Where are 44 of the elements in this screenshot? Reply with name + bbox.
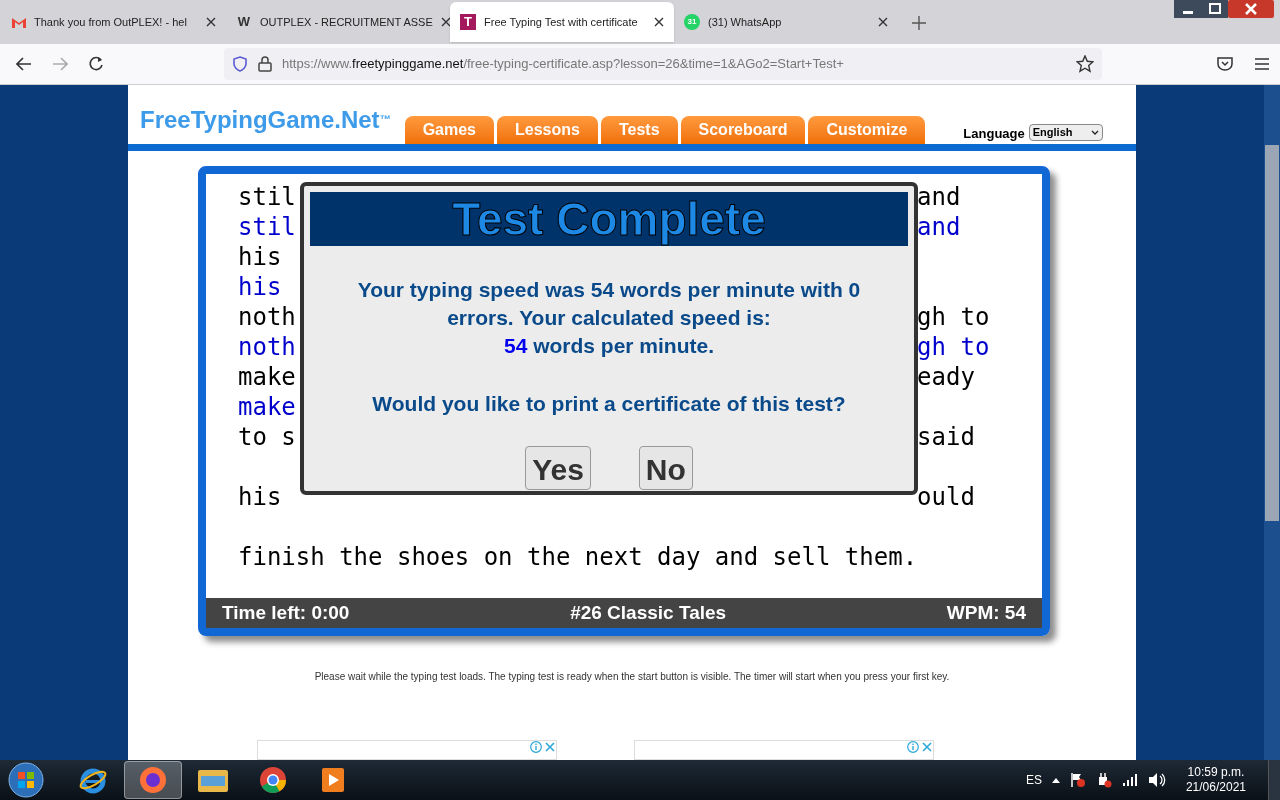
browser-tab[interactable]: W OUTPLEX - RECRUITMENT ASSE xyxy=(226,2,450,42)
browser-tab[interactable]: 31 (31) WhatsApp xyxy=(674,2,898,42)
status-text: WPM: 54 xyxy=(946,600,1026,625)
typing-text: noth xyxy=(238,333,296,362)
browser-tab[interactable]: T Free Typing Test with certificate xyxy=(450,2,674,42)
address-bar[interactable]: https://www.freetypinggame.net/free-typing-certificate.asp?lesson=26&time=1&AGo2=Start+Test+ xyxy=(224,48,1102,80)
typing-text: noth xyxy=(238,303,296,332)
status-text: Time left: 0:00 xyxy=(222,600,350,625)
typing-text: his xyxy=(238,483,282,512)
dialog-message: Your typing speed was 54 words per minute with 0 errors. Your calculated speed is: 54 words per minute. xyxy=(356,277,862,360)
typing-text: to s xyxy=(238,423,296,452)
favicon-icon: W xyxy=(236,14,252,30)
favicon-icon: T xyxy=(460,14,476,30)
url-text: https://www.freetypinggame.net/free-typing-certificate.asp?lesson=26&time=1&AGo2=Start+Test+ xyxy=(282,55,844,74)
typing-text: make xyxy=(238,393,296,422)
input-language[interactable]: ES xyxy=(1025,771,1042,789)
typing-text: and xyxy=(917,213,961,242)
typing-text: his xyxy=(238,273,282,302)
status-text: #26 Classic Tales xyxy=(570,600,727,625)
typing-text: his xyxy=(238,243,282,272)
language-select[interactable]: English xyxy=(1028,124,1103,142)
tab-title: OUTPLEX - RECRUITMENT ASSE xyxy=(260,14,433,30)
typing-text: and xyxy=(917,183,961,212)
typing-text: stil xyxy=(238,213,296,242)
typing-text: gh to xyxy=(917,303,990,332)
clock[interactable]: 10:59 p.m. 21/06/2021 xyxy=(1185,765,1246,795)
typing-text: eady xyxy=(917,363,975,392)
typing-text: stil xyxy=(238,183,296,212)
dialog-question: Would you like to print a certificate of this test? xyxy=(372,391,846,418)
dialog-button[interactable]: Yes xyxy=(525,445,591,490)
tab-title: Free Typing Test with certificate xyxy=(484,14,638,30)
dialog-title: Test Complete xyxy=(310,192,908,247)
language-label: Language xyxy=(963,124,1025,143)
typing-text: finish the shoes on the next day and sell them. xyxy=(238,543,918,572)
tab-title: Thank you from OutPLEX! - hel xyxy=(34,14,187,30)
loading-note: Please wait while the typing test loads. The typing test is ready when the start button is visible. The timer will start when you press your first key. xyxy=(313,670,951,684)
typing-text: ould xyxy=(917,483,975,512)
typing-text: make xyxy=(238,363,296,392)
chat-icon: 31 xyxy=(684,14,700,30)
browser-tab[interactable]: Thank you from OutPLEX! - hel xyxy=(2,2,226,42)
tab-title: (31) WhatsApp xyxy=(708,14,782,30)
dialog-button[interactable]: No xyxy=(638,445,693,490)
typing-text: said xyxy=(917,423,975,452)
typing-text: gh to xyxy=(917,333,990,362)
